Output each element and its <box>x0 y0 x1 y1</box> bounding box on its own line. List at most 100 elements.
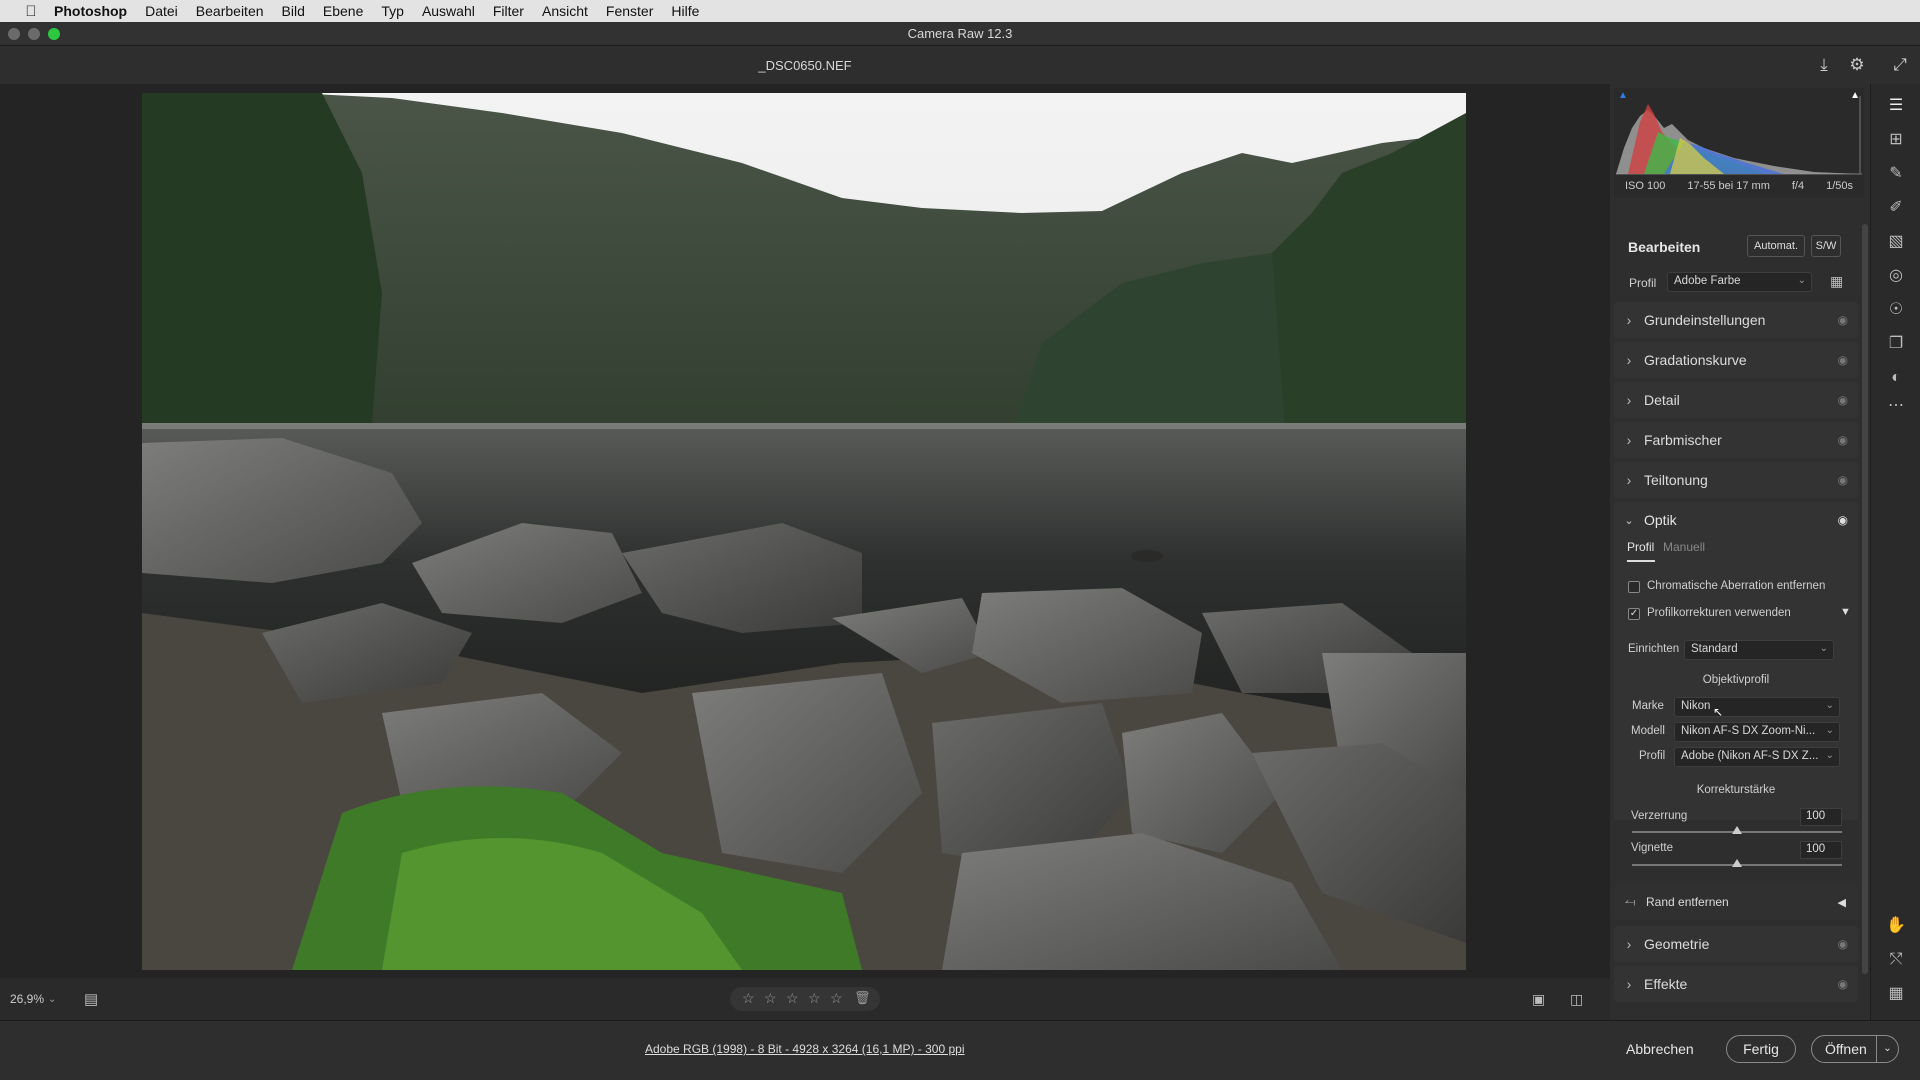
apple-icon[interactable]:  <box>20 3 42 20</box>
eye-icon[interactable]: ◉ <box>1838 393 1848 407</box>
section-teiltonung[interactable]: › Teiltonung ◉ <box>1614 462 1858 498</box>
section-farbmischer[interactable]: › Farbmischer ◉ <box>1614 422 1858 458</box>
radial-filter-icon[interactable]: ◎ <box>1883 264 1909 288</box>
chevron-down-icon: ⌄ <box>1797 275 1806 286</box>
menu-ebene[interactable]: Ebene <box>323 3 363 19</box>
make-select[interactable]: Nikon ⌄ <box>1674 697 1840 717</box>
chevron-down-icon[interactable]: ⌄ <box>1876 1036 1898 1062</box>
color-sampler-icon[interactable]: ⤲ <box>1883 948 1909 972</box>
eyedropper-icon[interactable]: ⥚ <box>1614 894 1646 910</box>
triangle-left-icon[interactable]: ◀ <box>1838 896 1846 909</box>
eye-icon[interactable]: ◉ <box>1838 473 1848 487</box>
open-button[interactable]: Öffnen ⌄ <box>1811 1035 1899 1063</box>
menu-hilfe[interactable]: Hilfe <box>671 3 699 19</box>
menu-ansicht[interactable]: Ansicht <box>542 3 588 19</box>
crop-icon[interactable]: ⊞ <box>1883 128 1909 152</box>
setup-select[interactable]: Standard ⌄ <box>1684 640 1834 660</box>
edit-sliders-icon[interactable]: ☰ <box>1883 94 1909 118</box>
section-geometrie[interactable]: › Geometrie ◉ <box>1614 926 1858 962</box>
section-label: Effekte <box>1644 976 1688 992</box>
more-icon[interactable]: ⋯ <box>1883 394 1909 418</box>
eye-icon[interactable]: ◉ <box>1838 513 1848 527</box>
eye-icon[interactable]: ◉ <box>1838 353 1848 367</box>
bw-button[interactable]: S/W <box>1811 235 1841 257</box>
chevron-down-icon: ⌄ <box>1624 514 1634 527</box>
zoom-dropdown-icon[interactable]: ⌄ <box>48 994 56 1005</box>
gradient-filter-icon[interactable]: ▧ <box>1883 230 1909 254</box>
star-icon[interactable]: ☆ <box>742 990 755 1007</box>
lens-profile-select[interactable]: Adobe (Nikon AF-S DX Z... ⌄ <box>1674 747 1840 767</box>
eye-icon[interactable]: ◉ <box>1838 433 1848 447</box>
vignette-value[interactable]: 100 <box>1800 841 1842 859</box>
menu-bild[interactable]: Bild <box>282 3 305 19</box>
star-icon[interactable]: ☆ <box>764 990 777 1007</box>
hand-icon[interactable]: ✋ <box>1883 914 1909 938</box>
distortion-slider-thumb[interactable] <box>1732 826 1742 834</box>
image-canvas[interactable] <box>0 84 1610 978</box>
star-icon[interactable]: ☆ <box>830 990 843 1007</box>
profile-browser-icon[interactable]: ▦ <box>1830 273 1843 290</box>
section-detail[interactable]: › Detail ◉ <box>1614 382 1858 418</box>
menu-auswahl[interactable]: Auswahl <box>422 3 475 19</box>
trash-icon[interactable]: 🗑 <box>854 990 871 1006</box>
menu-fenster[interactable]: Fenster <box>606 3 653 19</box>
fullscreen-icon[interactable]: ⤢ <box>1889 54 1911 76</box>
brush-icon[interactable]: ✐ <box>1883 196 1909 220</box>
window-close-button[interactable] <box>8 28 20 40</box>
cancel-button[interactable]: Abbrechen <box>1626 1041 1694 1057</box>
section-grundeinstellungen[interactable]: › Grundeinstellungen ◉ <box>1614 302 1858 338</box>
presets-icon[interactable]: ◐ <box>1883 366 1909 390</box>
defringe-row[interactable]: ⥚ Rand entfernen ◀ <box>1614 884 1858 920</box>
section-label: Detail <box>1644 392 1680 408</box>
done-button[interactable]: Fertig <box>1726 1035 1796 1063</box>
star-icon[interactable]: ☆ <box>808 990 821 1007</box>
auto-button[interactable]: Automat. <box>1747 235 1805 257</box>
section-effekte[interactable]: › Effekte ◉ <box>1614 966 1858 1002</box>
bottom-toolbar: 26,9% ⌄ ▤ ☆ ☆ ☆ ☆ ☆ 🗑 ▣ ◫ <box>0 978 1610 1020</box>
grid-icon[interactable]: ▦ <box>1883 982 1909 1006</box>
mouse-cursor-icon: ↖ <box>1713 705 1724 719</box>
profile-corrections-checkbox[interactable]: ✓ <box>1628 608 1640 620</box>
distortion-value[interactable]: 100 <box>1800 808 1842 826</box>
triangle-down-icon[interactable]: ▼ <box>1840 606 1851 618</box>
section-label: Gradationskurve <box>1644 352 1747 368</box>
menu-photoshop[interactable]: Photoshop <box>54 3 127 19</box>
footer: Adobe RGB (1998) - 8 Bit - 4928 x 3264 (… <box>0 1020 1920 1080</box>
profile-select[interactable]: Adobe Farbe ⌄ <box>1667 272 1812 292</box>
menu-filter[interactable]: Filter <box>493 3 524 19</box>
chevron-right-icon: › <box>1626 432 1632 448</box>
zoom-level[interactable]: 26,9% <box>10 992 44 1006</box>
menu-typ[interactable]: Typ <box>381 3 404 19</box>
chrom-aberration-checkbox[interactable] <box>1628 581 1640 593</box>
vignette-slider-thumb[interactable] <box>1732 859 1742 867</box>
single-view-icon[interactable]: ▣ <box>1532 991 1545 1008</box>
photo-preview[interactable] <box>142 93 1466 970</box>
section-gradationskurve[interactable]: › Gradationskurve ◉ <box>1614 342 1858 378</box>
eye-icon[interactable]: ◉ <box>1838 313 1848 327</box>
file-name: _DSC0650.NEF <box>758 57 852 73</box>
make-label: Marke <box>1632 700 1664 712</box>
star-icon[interactable]: ☆ <box>786 990 799 1007</box>
window-zoom-button[interactable] <box>48 28 60 40</box>
chrom-aberration-label: Chromatische Aberration entfernen <box>1647 580 1826 592</box>
eye-icon[interactable]: ◉ <box>1838 937 1848 951</box>
optik-header[interactable]: ⌄ Optik ◉ <box>1614 502 1858 538</box>
model-select[interactable]: Nikon AF-S DX Zoom-Ni... ⌄ <box>1674 722 1840 742</box>
gear-icon[interactable]: ⚙ <box>1846 54 1868 76</box>
tab-profile[interactable]: Profil <box>1627 540 1654 554</box>
menu-bearbeiten[interactable]: Bearbeiten <box>196 3 264 19</box>
eye-icon[interactable]: ◉ <box>1838 977 1848 991</box>
filmstrip-icon[interactable]: ▤ <box>84 990 98 1008</box>
correction-strength-heading: Korrekturstärke <box>1696 784 1776 796</box>
spot-removal-icon[interactable]: ✎ <box>1883 162 1909 186</box>
snapshots-icon[interactable]: ❐ <box>1883 332 1909 356</box>
menu-datei[interactable]: Datei <box>145 3 178 19</box>
chevron-down-icon: ⌄ <box>1819 643 1828 654</box>
workflow-options-link[interactable]: Adobe RGB (1998) - 8 Bit - 4928 x 3264 (… <box>645 1042 965 1056</box>
panel-scrollbar[interactable] <box>1862 224 1868 974</box>
red-eye-icon[interactable]: ☉ <box>1883 298 1909 322</box>
tab-manual[interactable]: Manuell <box>1663 540 1705 554</box>
window-minimize-button[interactable] <box>28 28 40 40</box>
compare-view-icon[interactable]: ◫ <box>1570 991 1583 1008</box>
save-image-icon[interactable]: ⤓ <box>1813 54 1835 76</box>
